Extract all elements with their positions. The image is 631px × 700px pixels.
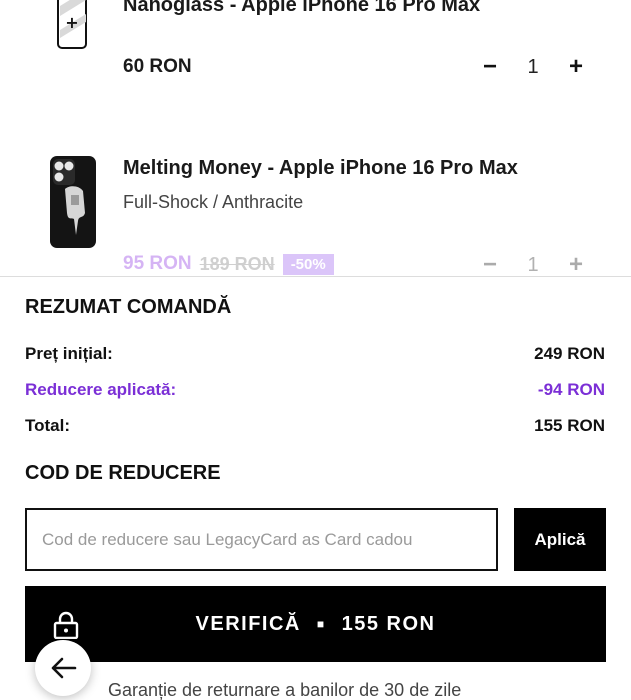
item-variant: Full-Shock / Anthracite xyxy=(123,192,304,212)
summary-label: Preț inițial: xyxy=(25,344,113,363)
item-name[interactable]: Melting Money - Apple iPhone 16 Pro Max xyxy=(123,157,518,180)
item-name[interactable]: Nanoglass - Apple iPhone 16 Pro Max xyxy=(123,0,480,17)
summary-label: Reducere aplicată: xyxy=(25,380,177,399)
lock-icon xyxy=(53,611,79,639)
decrease-quantity-button[interactable]: − xyxy=(478,251,502,276)
back-button[interactable] xyxy=(35,640,91,696)
increase-quantity-button[interactable]: + xyxy=(564,53,588,80)
quantity-value: 1 xyxy=(527,253,539,276)
promo-code-input[interactable] xyxy=(25,508,498,571)
svg-text:+: + xyxy=(65,13,78,32)
item-old-price: 189 RON xyxy=(199,253,275,274)
screen-protector-icon: + xyxy=(57,0,87,49)
decrease-quantity-button[interactable]: − xyxy=(478,53,502,80)
cart-items: + Nanoglass - Apple iPhone 16 Pro Max 60… xyxy=(0,0,631,276)
checkout-button[interactable]: VERIFICĂ ■ 155 RON xyxy=(25,586,606,662)
apply-promo-button[interactable]: Aplică xyxy=(514,508,606,571)
quantity-stepper: − 1 + xyxy=(478,250,588,276)
discount-badge: -50% xyxy=(282,253,334,275)
item-price: 60 RON xyxy=(123,56,192,77)
item-price-row: 95 RON 189 RON -50% xyxy=(123,253,334,275)
quantity-stepper: − 1 + xyxy=(478,52,588,82)
summary-value: 249 RON xyxy=(534,344,605,363)
promo-title: COD DE REDUCERE xyxy=(25,462,221,484)
summary-value: 155 RON xyxy=(534,416,605,435)
phone-case-icon xyxy=(50,156,96,248)
summary-row-total: Total: 155 RON xyxy=(25,416,605,436)
checkout-separator: ■ xyxy=(316,617,326,631)
summary-row-discount: Reducere aplicată: -94 RON xyxy=(25,380,605,400)
arrow-left-icon xyxy=(51,657,77,679)
summary-row-initial-price: Preț inițial: 249 RON xyxy=(25,344,605,364)
summary-title: REZUMAT COMANDĂ xyxy=(25,296,232,318)
checkout-amount: 155 RON xyxy=(341,612,436,635)
increase-quantity-button[interactable]: + xyxy=(564,251,588,276)
money-back-guarantee: Garanție de returnare a banilor de 30 de… xyxy=(108,680,462,700)
item-sale-price: 95 RON xyxy=(123,253,192,274)
checkout-label: VERIFICĂ xyxy=(195,612,301,635)
summary-value: -94 RON xyxy=(537,380,605,399)
quantity-value: 1 xyxy=(527,55,539,78)
cart-item: + Nanoglass - Apple iPhone 16 Pro Max 60… xyxy=(0,0,631,120)
cart-item: Melting Money - Apple iPhone 16 Pro Max … xyxy=(0,150,631,276)
divider xyxy=(0,276,631,277)
summary-label: Total: xyxy=(25,416,71,435)
